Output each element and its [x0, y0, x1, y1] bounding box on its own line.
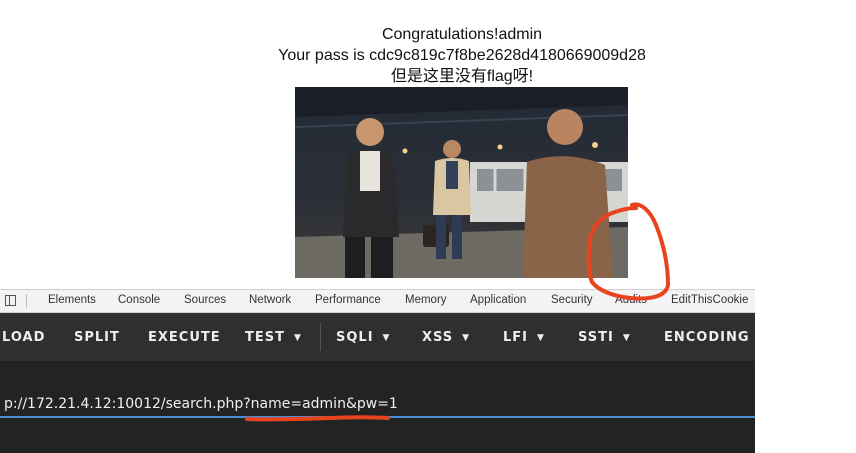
tab-performance[interactable]: Performance: [315, 294, 381, 306]
lfi-label: LFI: [503, 330, 529, 345]
sqli-dropdown[interactable]: SQLI ▼: [336, 330, 389, 345]
result-message: Congratulations!admin Your pass is cdc9c…: [0, 24, 856, 87]
chevron-down-icon: ▼: [462, 333, 470, 343]
xss-label: XSS: [422, 330, 454, 345]
tab-console[interactable]: Console: [118, 294, 160, 306]
url-input-underline: [0, 416, 755, 418]
lfi-dropdown[interactable]: LFI ▼: [503, 330, 544, 345]
encoding-label: ENCODING: [664, 330, 750, 345]
execute-label: EXECUTE: [148, 330, 221, 345]
ssti-dropdown[interactable]: SSTI ▼: [578, 330, 630, 345]
tab-security[interactable]: Security: [551, 294, 593, 306]
load-label: LOAD: [2, 330, 46, 345]
tab-memory[interactable]: Memory: [405, 294, 447, 306]
dock-side-icon[interactable]: [5, 295, 16, 306]
test-label: TEST: [245, 330, 285, 345]
execute-button[interactable]: EXECUTE: [148, 330, 221, 345]
test-dropdown[interactable]: TEST ▼: [245, 330, 301, 345]
tab-application[interactable]: Application: [470, 294, 526, 306]
password-text: Your pass is cdc9c819c7f8be2628d41806690…: [278, 47, 646, 64]
toolbar-separator: [320, 323, 321, 351]
hackbar-toolbar: LOAD SPLIT EXECUTE TEST ▼ SQLI ▼ XSS ▼ LFI ▼…: [0, 313, 755, 361]
devtools-tab-bar: Elements Console Sources Network Perform…: [0, 289, 755, 313]
split-button[interactable]: SPLIT: [74, 330, 120, 345]
animated-gif-image: [295, 87, 628, 278]
load-button[interactable]: LOAD: [2, 330, 45, 345]
tab-network[interactable]: Network: [249, 294, 291, 306]
tab-elements[interactable]: Elements: [48, 294, 96, 306]
chevron-down-icon: ▼: [382, 333, 390, 343]
chevron-down-icon: ▼: [537, 333, 544, 343]
url-input[interactable]: [0, 393, 759, 415]
congrats-text: Congratulations!admin: [381, 26, 543, 43]
no-flag-text: 但是这里没有flag呀!: [390, 68, 534, 85]
chevron-down-icon: ▼: [293, 333, 301, 343]
ssti-label: SSTI: [578, 330, 614, 345]
split-label: SPLIT: [74, 330, 120, 345]
page: Congratulations!admin Your pass is cdc9c…: [0, 0, 856, 453]
tab-sources[interactable]: Sources: [184, 294, 226, 306]
sqli-label: SQLI: [336, 330, 374, 345]
chevron-down-icon: ▼: [622, 333, 630, 343]
tab-separator: [26, 294, 27, 308]
xss-dropdown[interactable]: XSS ▼: [422, 330, 469, 345]
encoding-dropdown[interactable]: ENCODING: [664, 330, 750, 345]
tab-audits[interactable]: Audits: [615, 294, 647, 306]
hackbar-url-area: [0, 361, 759, 453]
tab-editthiscookie[interactable]: EditThisCookie: [671, 294, 748, 306]
